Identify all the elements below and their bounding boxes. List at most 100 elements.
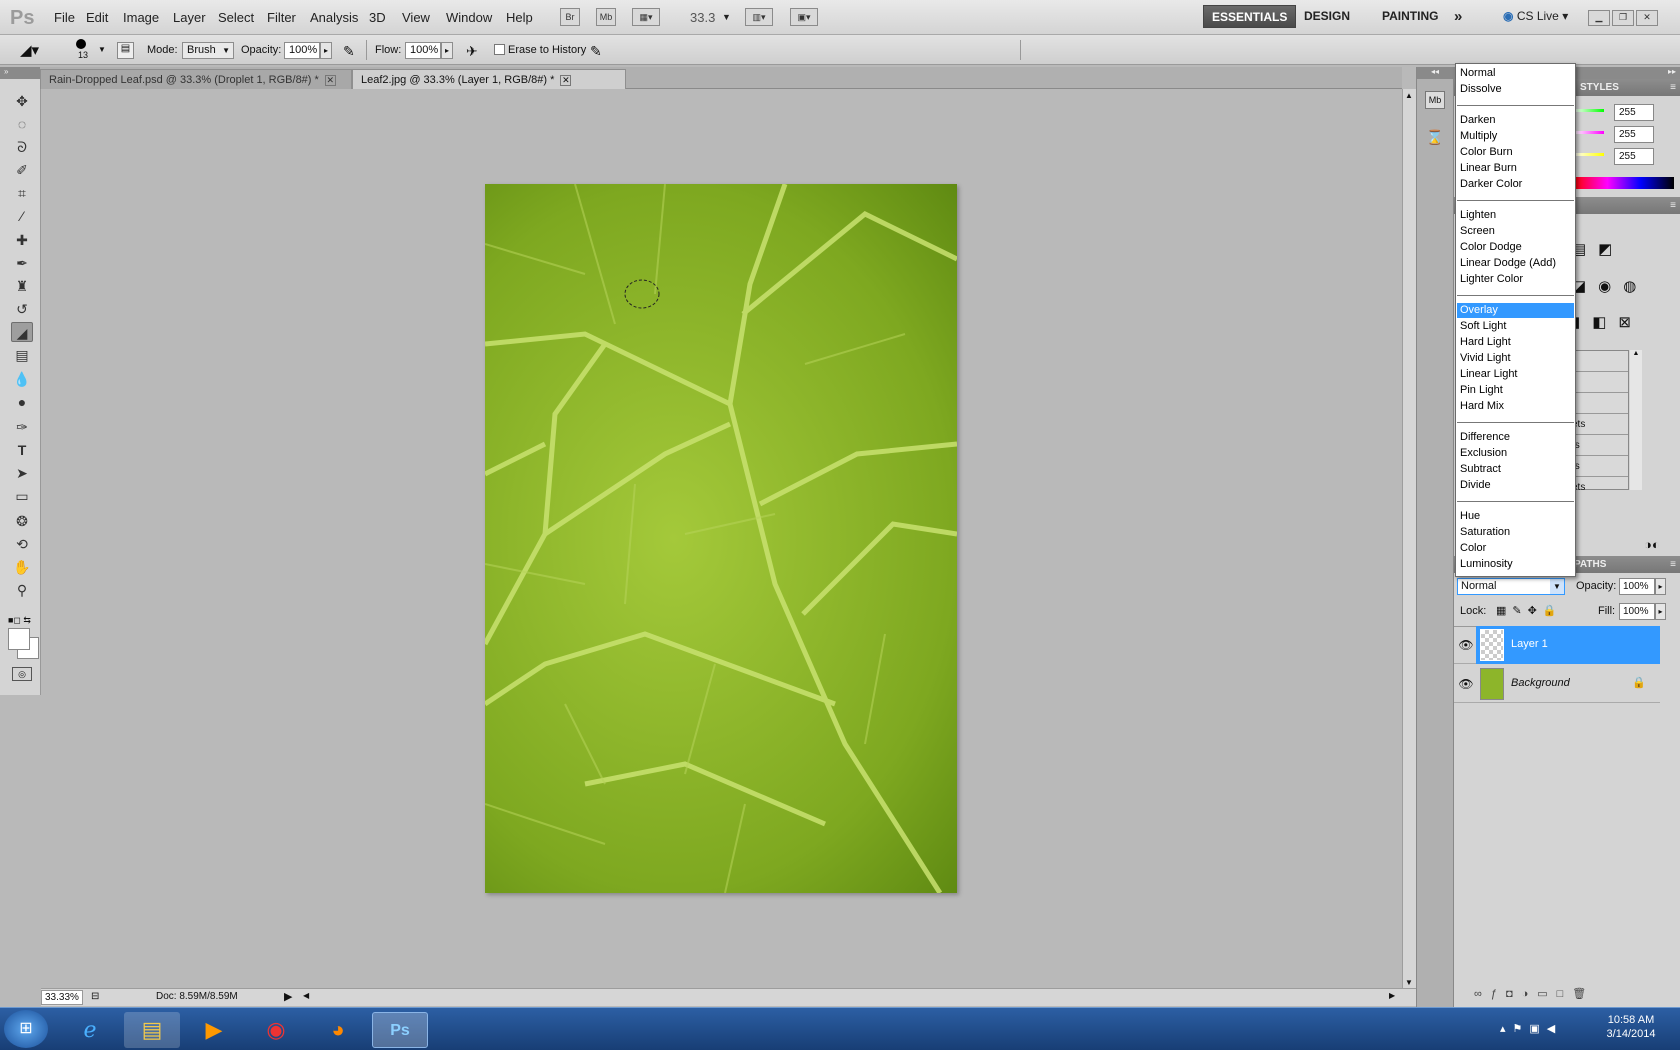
blend-option[interactable]: Linear Light: [1457, 367, 1574, 382]
close-button[interactable]: ✕: [1636, 10, 1658, 26]
opacity-input[interactable]: 100%: [284, 42, 320, 59]
fill-arrow-icon[interactable]: ▸: [1655, 603, 1666, 620]
status-info-icon[interactable]: ⊟: [91, 991, 99, 1002]
lasso-tool-icon[interactable]: ᘐ: [11, 137, 33, 157]
adjustment-icons-row-3[interactable]: ▮◧⊠: [1572, 313, 1680, 335]
blend-option[interactable]: Difference: [1457, 430, 1574, 445]
green-slider[interactable]: [1574, 109, 1604, 112]
brush-tip-icon[interactable]: [76, 39, 86, 49]
adjustment-icons-row-1[interactable]: ▤◩: [1572, 240, 1680, 262]
workspace-essentials[interactable]: ESSENTIALS: [1203, 5, 1297, 28]
color-value-1[interactable]: 255: [1614, 104, 1654, 121]
opacity-slider-arrow-icon[interactable]: ▸: [320, 42, 332, 59]
mini-bridge-panel-icon[interactable]: Mb: [1425, 91, 1445, 109]
eraser-tool-icon[interactable]: ◢: [11, 322, 33, 342]
layer-row-background[interactable]: 👁 Background 🔒: [1454, 665, 1660, 703]
history-panel-icon[interactable]: ⌛: [1425, 129, 1445, 147]
menu-select[interactable]: Select: [218, 10, 254, 25]
blend-option[interactable]: Color Burn: [1457, 145, 1574, 160]
eraser-preset-icon[interactable]: ◢▾: [20, 41, 52, 59]
quick-mask-icon[interactable]: ◎: [12, 667, 32, 681]
blend-option[interactable]: Subtract: [1457, 462, 1574, 477]
panel-menu-icon[interactable]: ≡: [1670, 79, 1676, 96]
workspace-painting[interactable]: PAINTING: [1374, 5, 1446, 28]
path-selection-tool-icon[interactable]: ➤: [11, 463, 33, 483]
color-value-3[interactable]: 255: [1614, 148, 1654, 165]
clock[interactable]: 10:58 AM 3/14/2014: [1596, 1014, 1666, 1040]
mode-select[interactable]: Brush ▼: [182, 42, 234, 59]
brush-picker-arrow-icon[interactable]: ▼: [98, 45, 106, 54]
zoom-level[interactable]: 33.3: [690, 10, 715, 25]
paths-tab[interactable]: PATHS: [1574, 556, 1606, 573]
panel-menu-icon[interactable]: ≡: [1670, 197, 1676, 214]
blend-option[interactable]: Darker Color: [1457, 177, 1574, 192]
workspace-design[interactable]: DESIGN: [1296, 5, 1358, 28]
photoshop-taskbar-icon[interactable]: Ps: [372, 1012, 428, 1048]
scroll-right-icon[interactable]: ▶: [1389, 991, 1395, 1000]
blend-option[interactable]: Lighter Color: [1457, 272, 1574, 287]
presets-list[interactable]: ets ts ts ets: [1569, 350, 1629, 493]
eye-icon[interactable]: 👁: [1456, 665, 1476, 703]
close-icon[interactable]: ✕: [324, 74, 336, 86]
lock-icons[interactable]: ▦✎✥🔒: [1496, 604, 1563, 617]
start-button-icon[interactable]: ⊞: [4, 1010, 48, 1048]
menu-window[interactable]: Window: [446, 10, 492, 25]
3d-orbit-tool-icon[interactable]: ⟲: [11, 534, 33, 554]
layer-row-layer1[interactable]: 👁 Layer 1: [1454, 626, 1660, 664]
blend-mode-select[interactable]: Normal ▼: [1457, 578, 1565, 595]
status-menu-arrow-icon[interactable]: ▶: [284, 990, 292, 1003]
internet-explorer-icon[interactable]: ℯ: [62, 1012, 118, 1048]
presets-scrollbar[interactable]: ▲: [1630, 350, 1642, 490]
clone-stamp-tool-icon[interactable]: ♜: [11, 276, 33, 296]
magenta-slider[interactable]: [1574, 131, 1604, 134]
3d-rotate-tool-icon[interactable]: ❂: [11, 511, 33, 531]
adjustment-footer-icon[interactable]: ◑◐: [1644, 537, 1660, 552]
eyedropper-tool-icon[interactable]: ⁄: [11, 206, 33, 226]
scroll-up-icon[interactable]: ▲: [1405, 91, 1413, 100]
more-workspaces-button[interactable]: »: [1446, 5, 1470, 28]
color-ramp[interactable]: [1574, 177, 1674, 189]
scroll-down-icon[interactable]: ▼: [1405, 978, 1413, 987]
styles-tab[interactable]: STYLES: [1580, 79, 1619, 96]
blend-option[interactable]: Screen: [1457, 224, 1574, 239]
healing-brush-tool-icon[interactable]: ✚: [11, 230, 33, 250]
system-tray-icons[interactable]: ▴⚑▣◀: [1500, 1022, 1562, 1035]
layer-opacity-input[interactable]: 100%: [1619, 578, 1655, 595]
screen-mode-button[interactable]: ▣▾: [790, 8, 818, 26]
layers-footer-icons[interactable]: ∞ƒ◘◑▭□🗑: [1474, 987, 1664, 1003]
blend-option[interactable]: Luminosity: [1457, 557, 1574, 572]
brush-panel-toggle-icon[interactable]: ▤: [117, 42, 134, 59]
gradient-tool-icon[interactable]: ▤: [11, 345, 33, 365]
menu-image[interactable]: Image: [123, 10, 159, 25]
zoom-field[interactable]: 33.33%: [41, 990, 83, 1005]
file-explorer-icon[interactable]: ▤: [124, 1012, 180, 1048]
menu-filter[interactable]: Filter: [267, 10, 296, 25]
yellow-slider[interactable]: [1574, 153, 1604, 156]
marquee-tool-icon[interactable]: ◌: [11, 114, 33, 134]
dodge-tool-icon[interactable]: ●: [11, 392, 33, 412]
blend-option[interactable]: Multiply: [1457, 129, 1574, 144]
blend-option[interactable]: Vivid Light: [1457, 351, 1574, 366]
blend-option[interactable]: Hue: [1457, 509, 1574, 524]
adjustment-icons-row-2[interactable]: ◪◉◍: [1572, 277, 1680, 299]
blend-option[interactable]: Hard Mix: [1457, 399, 1574, 414]
blend-option[interactable]: Hard Light: [1457, 335, 1574, 350]
blend-option[interactable]: Darken: [1457, 113, 1574, 128]
blend-option[interactable]: Saturation: [1457, 525, 1574, 540]
blend-option[interactable]: Exclusion: [1457, 446, 1574, 461]
menu-view[interactable]: View: [402, 10, 430, 25]
menu-edit[interactable]: Edit: [86, 10, 108, 25]
blend-option[interactable]: Linear Burn: [1457, 161, 1574, 176]
move-tool-icon[interactable]: ✥: [11, 91, 33, 111]
layer-name[interactable]: Layer 1: [1511, 638, 1548, 650]
fill-input[interactable]: 100%: [1619, 603, 1655, 620]
minimize-button[interactable]: ▁: [1588, 10, 1610, 26]
firefox-icon[interactable]: ◕: [310, 1012, 366, 1048]
minibridge-button[interactable]: Mb: [596, 8, 616, 26]
preset-item[interactable]: ts: [1570, 456, 1628, 477]
color-value-2[interactable]: 255: [1614, 126, 1654, 143]
blend-option[interactable]: Linear Dodge (Add): [1457, 256, 1574, 271]
menu-help[interactable]: Help: [506, 10, 533, 25]
pressure-opacity-icon[interactable]: ✎: [343, 43, 355, 60]
blend-option[interactable]: Soft Light: [1457, 319, 1574, 334]
